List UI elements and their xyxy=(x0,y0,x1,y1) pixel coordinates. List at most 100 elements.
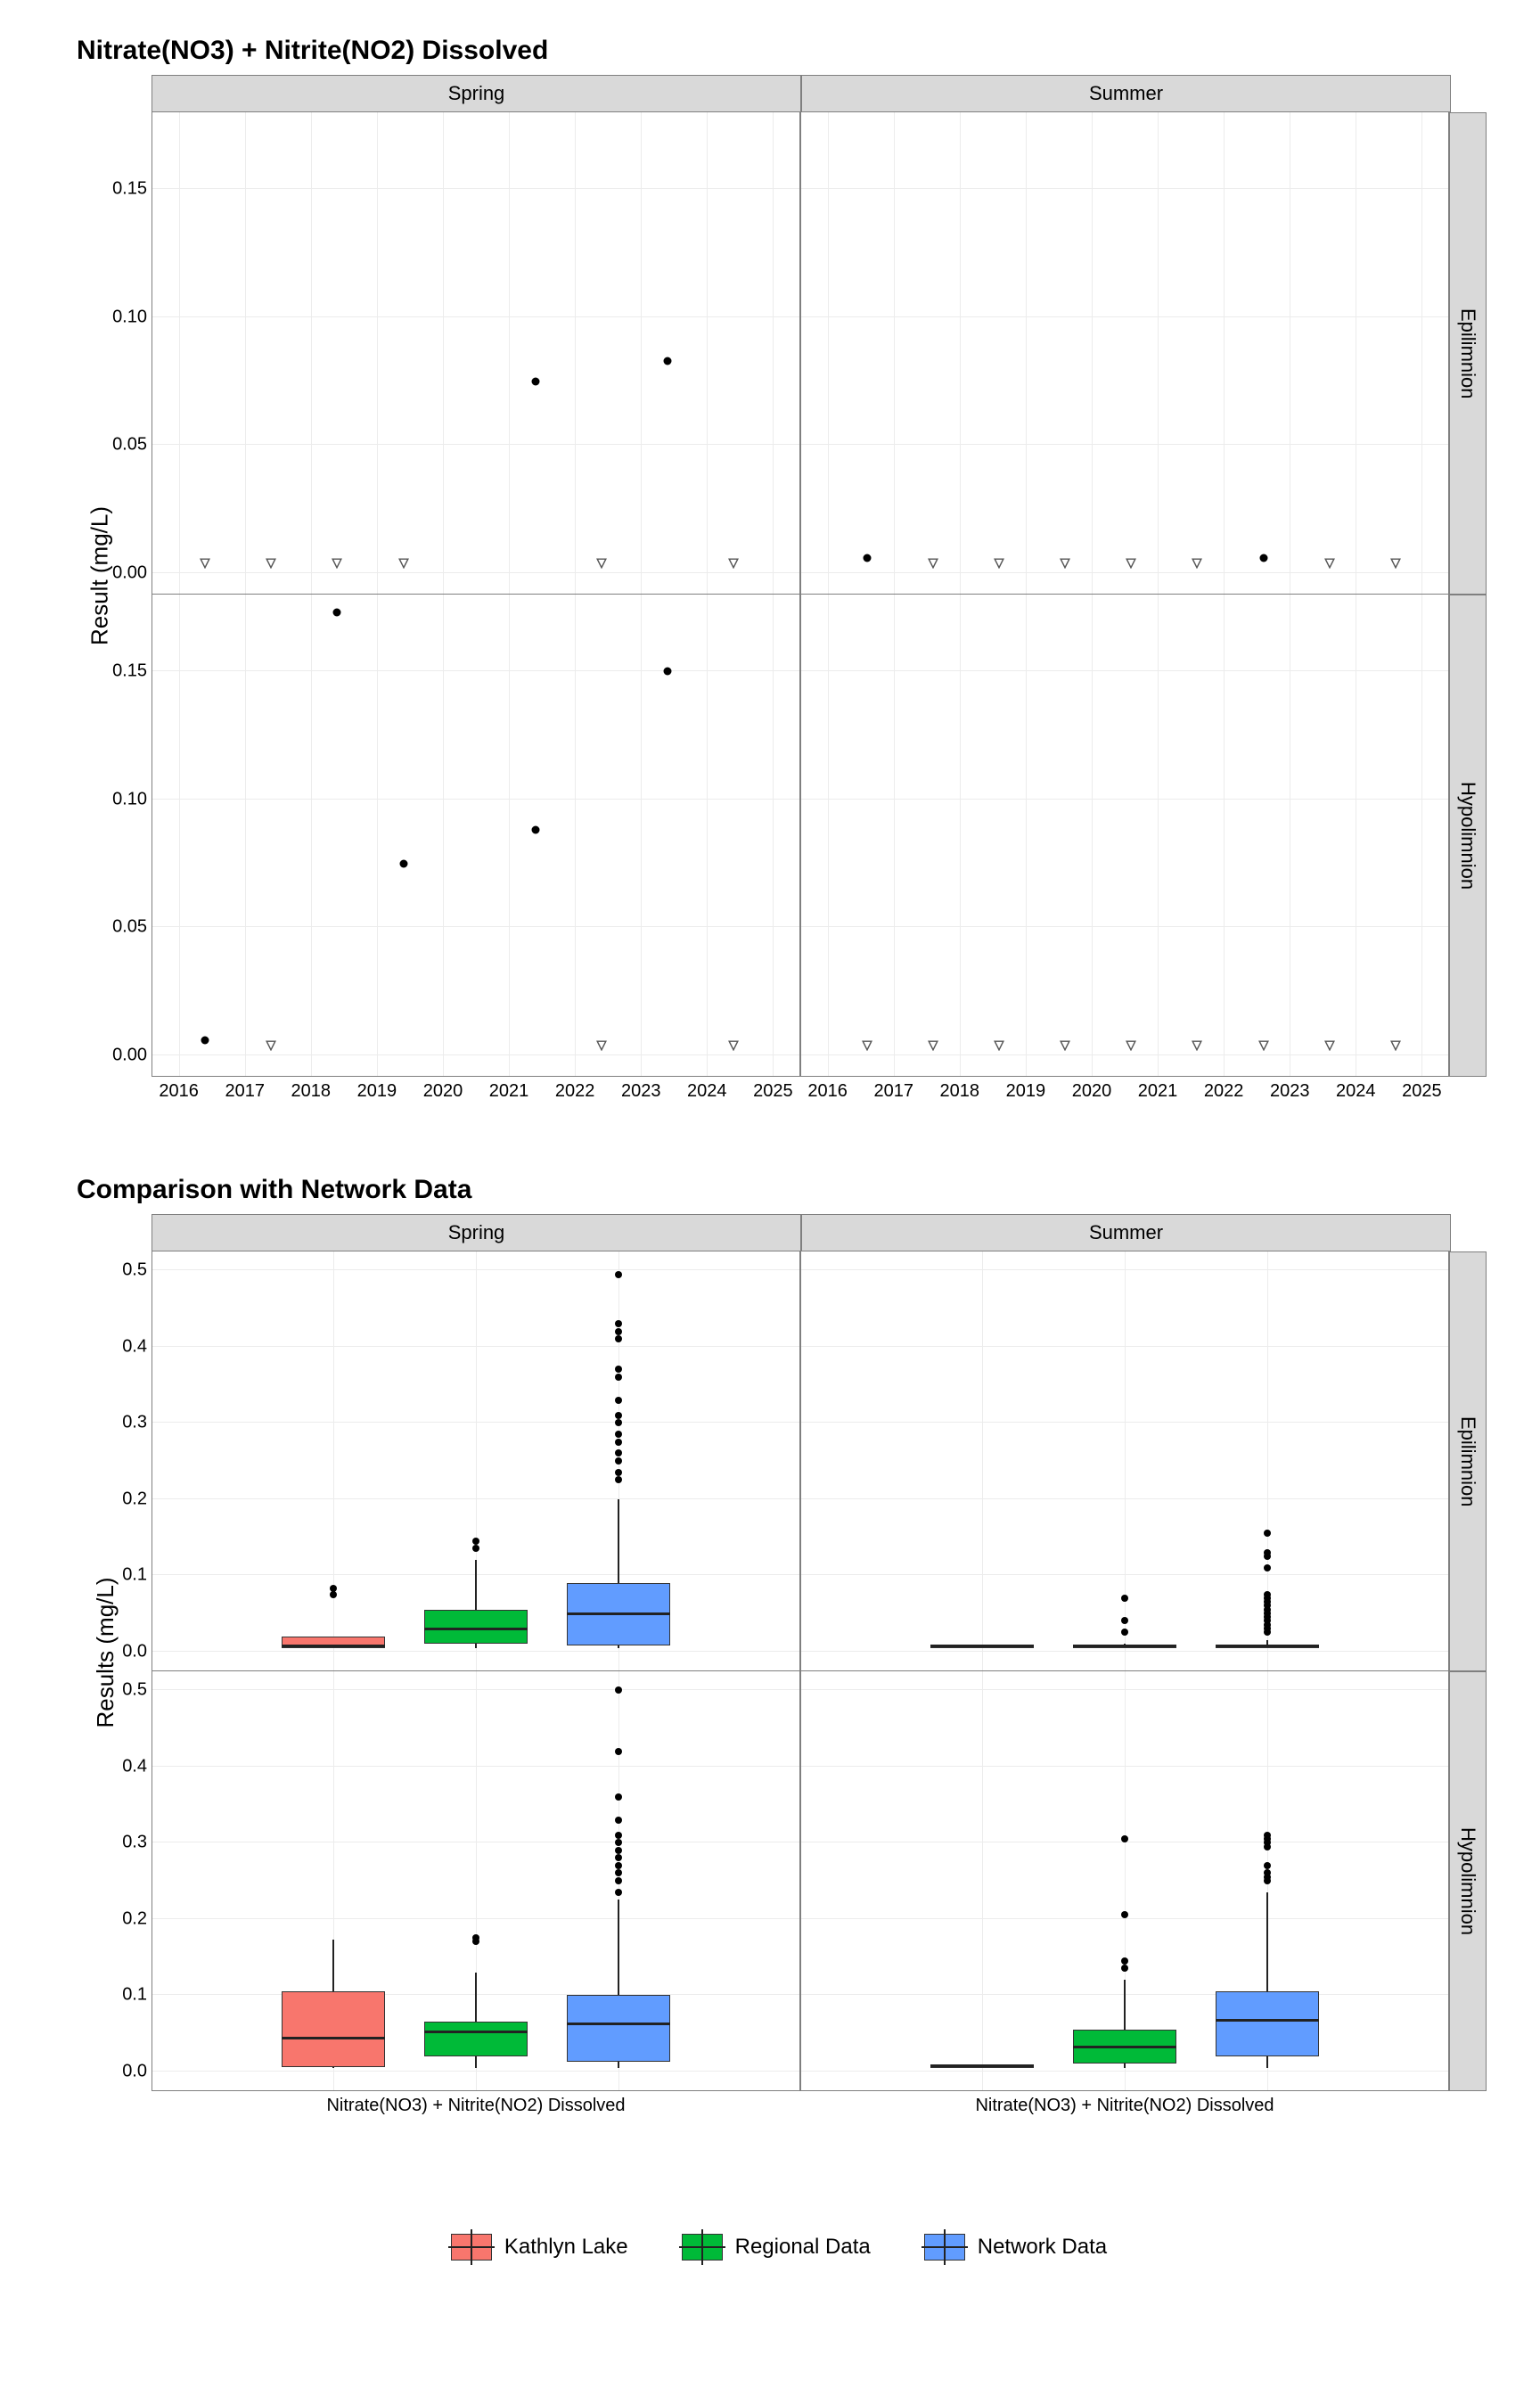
nondetect-triangle-icon xyxy=(1192,1040,1202,1051)
y-tick: 0.3 xyxy=(76,1413,147,1433)
data-point xyxy=(1259,554,1267,562)
nondetect-triangle-icon xyxy=(1126,558,1136,569)
outlier-point xyxy=(615,1374,622,1381)
outlier-point xyxy=(615,1271,622,1278)
x-tick: Nitrate(NO3) + Nitrite(NO2) Dissolved xyxy=(975,2096,1274,2116)
nondetect-triangle-icon xyxy=(1126,1040,1136,1051)
y-tick: 0.4 xyxy=(76,1336,147,1357)
outlier-point xyxy=(615,1431,622,1438)
x-tick: 2022 xyxy=(1204,1081,1244,1102)
chart-2: Comparison with Network Data Results (mg… xyxy=(71,1175,1487,2091)
y-tick: 0.2 xyxy=(76,1908,147,1929)
x-tick: 2018 xyxy=(291,1081,332,1102)
outlier-point xyxy=(1264,1862,1271,1869)
nondetect-triangle-icon xyxy=(200,558,210,569)
nondetect-triangle-icon xyxy=(596,1040,607,1051)
y-tick: 0.00 xyxy=(76,563,147,584)
legend-swatch-green-icon xyxy=(682,2234,723,2261)
strip-hypo: Hypolimnion xyxy=(1449,595,1487,1077)
nondetect-triangle-icon xyxy=(1192,558,1202,569)
legend: Kathlyn Lake Regional Data Network Data xyxy=(71,2234,1487,2261)
outlier-point xyxy=(615,1832,622,1839)
outlier-point xyxy=(1121,1835,1128,1842)
outlier-point xyxy=(615,1476,622,1483)
boxplot-box xyxy=(1216,1645,1319,1648)
x-tick: 2019 xyxy=(1006,1081,1046,1102)
nondetect-triangle-icon xyxy=(862,1040,872,1051)
outlier-point xyxy=(1121,1595,1128,1602)
outlier-point xyxy=(615,1366,622,1373)
nondetect-triangle-icon xyxy=(332,558,342,569)
panel-spring-epi: 0.000.050.100.15 xyxy=(152,112,800,595)
y-tick: 0.3 xyxy=(76,1833,147,1853)
boxplot-box xyxy=(424,1610,528,1644)
panel-spring-hyp: 0.000.050.100.15 20162017201820192020202… xyxy=(152,595,800,1077)
chart-2-title: Comparison with Network Data xyxy=(77,1175,1487,1205)
outlier-point xyxy=(1121,1617,1128,1624)
nondetect-triangle-icon xyxy=(928,558,938,569)
nondetect-triangle-icon xyxy=(596,558,607,569)
outlier-point xyxy=(1264,1549,1271,1556)
y-tick: 0.5 xyxy=(76,1680,147,1701)
y-tick: 0.0 xyxy=(76,1641,147,1662)
nondetect-triangle-icon xyxy=(728,558,739,569)
nondetect-triangle-icon xyxy=(1324,558,1335,569)
x-tick: Nitrate(NO3) + Nitrite(NO2) Dissolved xyxy=(326,2096,625,2116)
x-tick: 2025 xyxy=(753,1081,793,1102)
x-tick: 2024 xyxy=(1336,1081,1376,1102)
y-tick: 0.10 xyxy=(76,789,147,809)
outlier-point xyxy=(615,1397,622,1404)
outlier-point xyxy=(615,1686,622,1694)
x-tick: 2025 xyxy=(1402,1081,1442,1102)
boxplot-box xyxy=(282,1991,385,2067)
chart-1-title: Nitrate(NO3) + Nitrite(NO2) Dissolved xyxy=(77,36,1487,66)
x-tick: 2020 xyxy=(423,1081,463,1102)
strip-hypo-2: Hypolimnion xyxy=(1449,1671,1487,2091)
outlier-point xyxy=(615,1748,622,1755)
x-tick: 2018 xyxy=(940,1081,980,1102)
strip-spring-2: Spring xyxy=(152,1214,801,1251)
data-point xyxy=(333,609,341,617)
outlier-point xyxy=(330,1591,337,1598)
y-tick: 0.15 xyxy=(76,179,147,200)
outlier-point xyxy=(1121,1965,1128,1972)
data-point xyxy=(531,826,539,834)
outlier-point xyxy=(1264,1832,1271,1839)
outlier-point xyxy=(615,1862,622,1869)
nondetect-triangle-icon xyxy=(994,1040,1004,1051)
y-tick: 0.10 xyxy=(76,307,147,327)
outlier-point xyxy=(615,1457,622,1465)
nondetect-triangle-icon xyxy=(398,558,409,569)
y-tick: 0.5 xyxy=(76,1260,147,1281)
nondetect-triangle-icon xyxy=(728,1040,739,1051)
outlier-point xyxy=(1264,1869,1271,1876)
nondetect-triangle-icon xyxy=(928,1040,938,1051)
chart-1: Nitrate(NO3) + Nitrite(NO2) Dissolved Re… xyxy=(71,36,1487,1077)
y-tick: 0.4 xyxy=(76,1756,147,1776)
legend-label-b: Regional Data xyxy=(735,2235,871,2260)
legend-kathlyn: Kathlyn Lake xyxy=(451,2234,628,2261)
strip-spring: Spring xyxy=(152,75,801,112)
data-point xyxy=(201,1036,209,1044)
nondetect-triangle-icon xyxy=(1390,1040,1401,1051)
boxplot-box xyxy=(567,1995,670,2062)
y-tick: 0.05 xyxy=(76,917,147,938)
panel2-summer-epi xyxy=(800,1251,1449,1671)
outlier-point xyxy=(1264,1564,1271,1571)
data-point xyxy=(663,357,671,365)
y-tick: 0.1 xyxy=(76,1565,147,1586)
nondetect-triangle-icon xyxy=(266,1040,276,1051)
x-tick: 2023 xyxy=(1270,1081,1310,1102)
nondetect-triangle-icon xyxy=(1060,1040,1070,1051)
outlier-point xyxy=(472,1538,479,1545)
y-tick: 0.1 xyxy=(76,1985,147,2006)
x-tick: 2017 xyxy=(225,1081,265,1102)
strip-summer: Summer xyxy=(801,75,1451,112)
outlier-point xyxy=(615,1793,622,1801)
x-tick: 2019 xyxy=(357,1081,397,1102)
x-tick: 2021 xyxy=(489,1081,529,1102)
outlier-point xyxy=(472,1934,479,1941)
outlier-point xyxy=(615,1869,622,1876)
data-point xyxy=(531,377,539,385)
outlier-point xyxy=(615,1449,622,1456)
